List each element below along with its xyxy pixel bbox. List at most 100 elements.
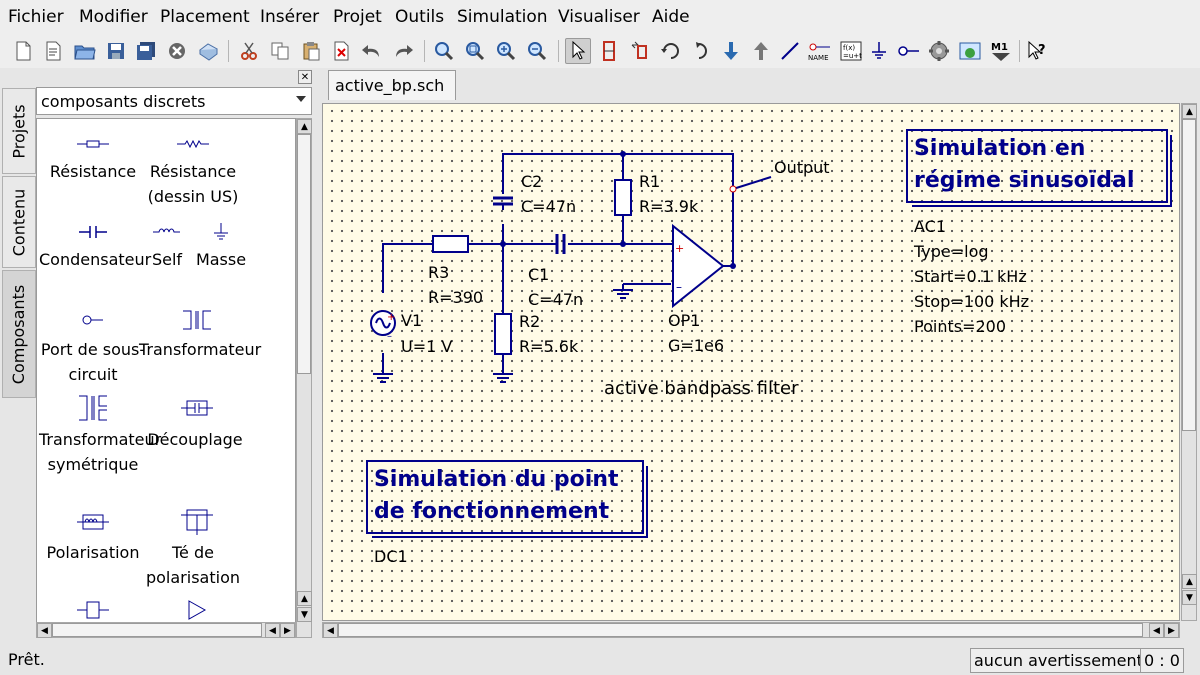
menu-outils[interactable]: Outils <box>395 7 444 27</box>
op1-name[interactable]: OP1 <box>668 311 700 330</box>
menu-modifier[interactable]: Modifier <box>79 7 148 27</box>
list-item-masse[interactable]: Masse <box>187 247 255 272</box>
list-item-resistance-us[interactable]: Résistance (dessin US) <box>139 159 247 209</box>
redo-icon[interactable] <box>390 38 416 64</box>
simulate-icon[interactable] <box>926 38 952 64</box>
c2-value[interactable]: C=47n <box>521 197 576 216</box>
zoom-in-icon[interactable] <box>493 38 519 64</box>
c1-value[interactable]: C=47n <box>528 290 583 309</box>
list-item-port[interactable]: Port de sous-circuit <box>39 337 147 387</box>
ac-sim-name[interactable]: AC1 <box>914 217 946 236</box>
mirror-y-icon[interactable] <box>627 38 653 64</box>
scroll-right-icon[interactable]: ▶ <box>1164 623 1179 638</box>
ground-icon[interactable] <box>866 38 892 64</box>
set-marker-icon[interactable]: M1 <box>988 38 1014 64</box>
output-label[interactable]: Output <box>774 158 830 177</box>
select-pointer-icon[interactable] <box>565 38 591 64</box>
save-all-icon[interactable] <box>133 38 159 64</box>
scroll-down-icon[interactable]: ▼ <box>297 607 312 622</box>
open-folder-icon[interactable] <box>72 38 98 64</box>
tab-projets[interactable]: Projets <box>2 88 36 174</box>
canvas-hscroll-thumb[interactable] <box>338 623 1143 637</box>
rotate-component-icon[interactable] <box>690 38 716 64</box>
c2-name[interactable]: C2 <box>521 172 542 191</box>
wire-label-icon[interactable]: NAME <box>807 38 833 64</box>
dc-sim-name[interactable]: DC1 <box>374 547 408 566</box>
menu-visualiser[interactable]: Visualiser <box>558 7 640 27</box>
tab-contenu[interactable]: Contenu <box>2 176 36 268</box>
scroll-right-icon[interactable]: ▶ <box>280 623 295 638</box>
close-icon[interactable] <box>164 38 190 64</box>
v1-name[interactable]: V1 <box>401 311 422 330</box>
list-item-decouplage[interactable]: Découplage <box>141 427 249 452</box>
scroll-left-icon[interactable]: ◀ <box>323 623 338 638</box>
delete-icon[interactable] <box>328 38 354 64</box>
scroll-left-icon[interactable]: ◀ <box>1149 623 1164 638</box>
list-item-transformateur[interactable]: Transformateur <box>139 337 261 362</box>
menu-projet[interactable]: Projet <box>333 7 382 27</box>
dc-simulation-title[interactable]: Simulation du point de fonctionnement <box>366 460 648 538</box>
list-item-te-polarisation[interactable]: Té de polarisation <box>139 540 247 590</box>
canvas-vscroll-thumb[interactable] <box>1182 119 1196 431</box>
list-item-resistance[interactable]: Résistance <box>39 159 147 184</box>
enter-subcircuit-icon[interactable] <box>718 38 744 64</box>
list-vertical-scrollbar[interactable]: ▲ ▲ ▼ <box>296 118 312 638</box>
list-item-condensateur[interactable]: Condensateur <box>39 247 151 272</box>
whats-this-icon[interactable]: ? <box>1024 38 1050 64</box>
new-text-icon[interactable] <box>40 38 66 64</box>
print-icon[interactable] <box>195 38 221 64</box>
mirror-x-icon[interactable] <box>596 38 622 64</box>
exit-subcircuit-icon[interactable] <box>748 38 774 64</box>
list-scroll-thumb[interactable] <box>297 134 311 374</box>
rotate-icon[interactable] <box>658 38 684 64</box>
r1-name[interactable]: R1 <box>639 172 660 191</box>
scroll-up-icon[interactable]: ▲ <box>297 591 312 606</box>
undo-icon[interactable] <box>359 38 385 64</box>
list-item-polarisation[interactable]: Polarisation <box>39 540 147 565</box>
zoom-selection-icon[interactable] <box>462 38 488 64</box>
zoom-fit-icon[interactable] <box>431 38 457 64</box>
r1-value[interactable]: R=3.9k <box>639 197 698 216</box>
dock-close-icon[interactable]: ✕ <box>298 70 312 84</box>
r2-name[interactable]: R2 <box>519 312 540 331</box>
v1-value[interactable]: U=1 V <box>401 337 452 356</box>
wire-icon[interactable] <box>777 38 803 64</box>
document-tab[interactable]: active_bp.sch <box>328 70 456 100</box>
zoom-out-icon[interactable] <box>524 38 550 64</box>
menu-simulation[interactable]: Simulation <box>457 7 548 27</box>
scroll-up-icon[interactable]: ▲ <box>297 119 312 134</box>
new-file-icon[interactable] <box>10 38 36 64</box>
scroll-down-icon[interactable]: ▼ <box>1182 590 1197 605</box>
ac-simulation-title[interactable]: Simulation en régime sinusoïdal <box>906 129 1172 207</box>
schematic-canvas[interactable]: + – + – Output C2 C=47n R1 R=3.9k R3 R=3… <box>322 103 1180 621</box>
c1-name[interactable]: C1 <box>528 265 549 284</box>
op1-value[interactable]: G=1e6 <box>668 336 724 355</box>
list-horizontal-scrollbar[interactable]: ◀ ◀ ▶ <box>36 622 296 638</box>
r3-name[interactable]: R3 <box>428 263 449 282</box>
schematic-title-text[interactable]: active bandpass filter <box>604 378 799 399</box>
copy-icon[interactable] <box>267 38 293 64</box>
paste-icon[interactable] <box>298 38 324 64</box>
canvas-horizontal-scrollbar[interactable]: ◀ ◀ ▶ <box>322 622 1180 638</box>
menu-fichier[interactable]: Fichier <box>8 7 64 27</box>
save-icon[interactable] <box>103 38 129 64</box>
view-data-icon[interactable] <box>957 38 983 64</box>
scroll-left-icon[interactable]: ◀ <box>37 623 52 638</box>
scroll-up-icon[interactable]: ▲ <box>1182 574 1197 589</box>
menu-inserer[interactable]: Insérer <box>260 7 319 27</box>
r2-value[interactable]: R=5.6k <box>519 337 578 356</box>
category-select[interactable]: composants discrets <box>36 87 312 115</box>
list-hscroll-thumb[interactable] <box>52 623 262 637</box>
list-item-transfo-sym[interactable]: Transformateur symétrique <box>39 427 161 477</box>
menu-aide[interactable]: Aide <box>652 7 690 27</box>
scroll-up-icon[interactable]: ▲ <box>1182 104 1197 119</box>
equation-icon[interactable]: f(x) =u+t <box>838 38 864 64</box>
menu-placement[interactable]: Placement <box>160 7 250 27</box>
scroll-left-icon[interactable]: ◀ <box>265 623 280 638</box>
port-icon[interactable] <box>896 38 922 64</box>
canvas-vertical-scrollbar[interactable]: ▲ ▲ ▼ <box>1181 103 1197 621</box>
cut-icon[interactable] <box>236 38 262 64</box>
tab-composants[interactable]: Composants <box>2 270 36 398</box>
warnings-indicator[interactable]: aucun avertissement <box>970 648 1147 673</box>
r3-value[interactable]: R=390 <box>428 288 483 307</box>
